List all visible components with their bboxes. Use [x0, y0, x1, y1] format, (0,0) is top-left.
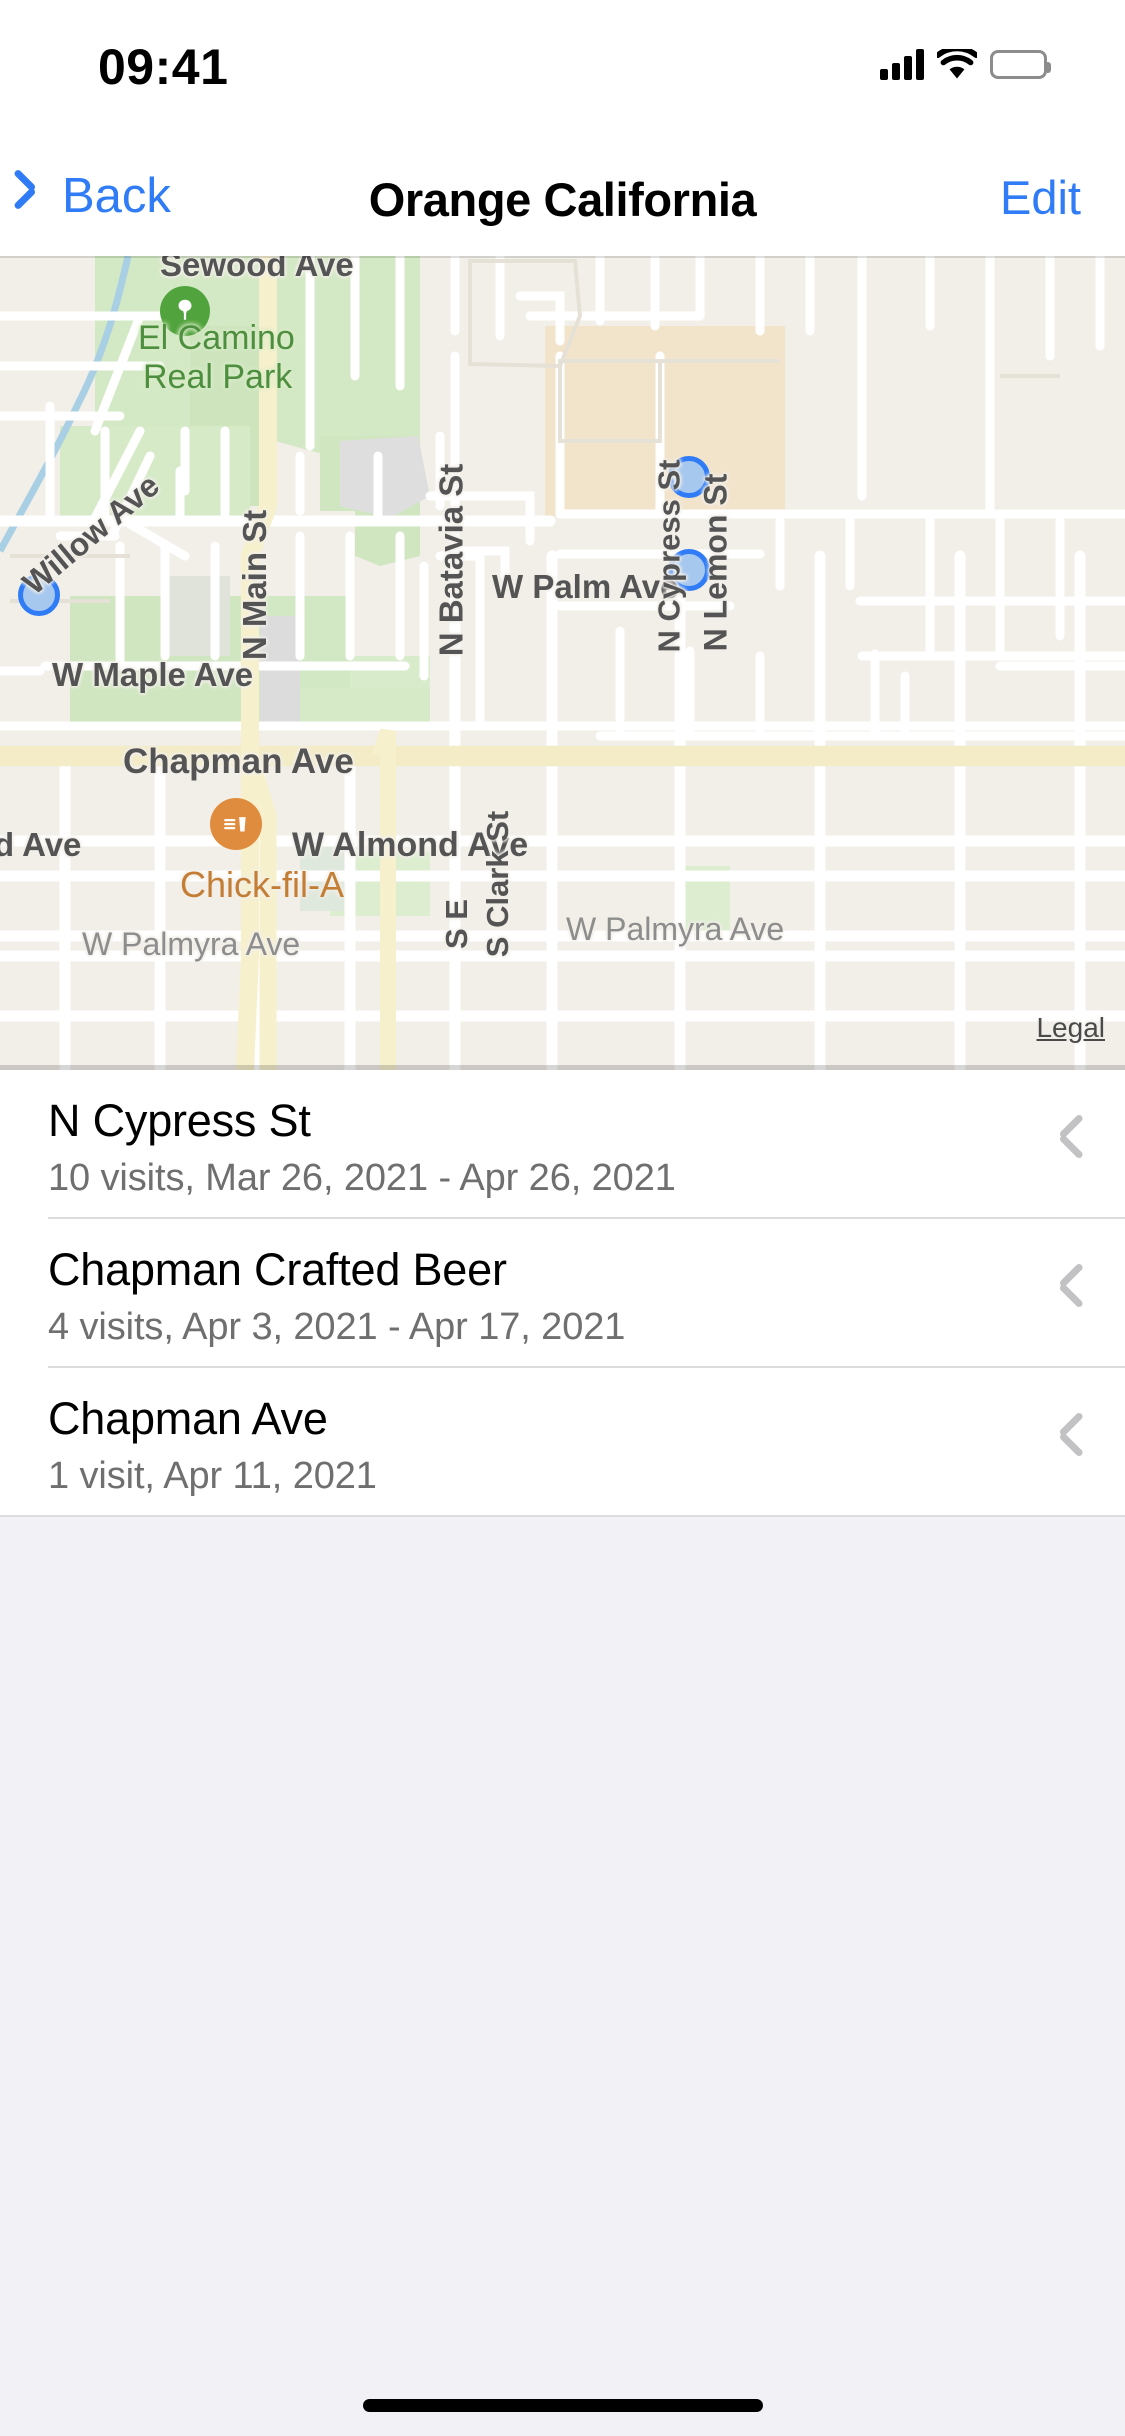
visit-marker-cypress[interactable]: [668, 456, 710, 498]
wifi-icon: [935, 45, 979, 80]
map-view[interactable]: Sewood Ave El Camino Real Park Willow Av…: [0, 256, 1125, 1070]
list-item[interactable]: N Cypress St 10 visits, Mar 26, 2021 - A…: [0, 1070, 1125, 1219]
edit-button[interactable]: Edit: [1000, 162, 1081, 232]
phone-screen: 09:41 Back Orange California Edit Sewood…: [0, 0, 1125, 2436]
map-legal-link[interactable]: Legal: [1036, 1012, 1105, 1044]
list-item[interactable]: Chapman Ave 1 visit, Apr 11, 2021: [0, 1368, 1125, 1517]
chevron-right-icon: [1059, 1421, 1083, 1465]
list-item-title: N Cypress St: [48, 1095, 311, 1146]
fast-food-icon: [224, 817, 246, 832]
visit-marker-chapman[interactable]: [18, 574, 60, 616]
list-separator: [0, 1515, 1125, 1517]
status-bar-indicators: [880, 42, 1051, 86]
status-bar: 09:41: [0, 0, 1125, 132]
chickfila-poi-pin[interactable]: [210, 798, 262, 850]
map-top-border: [0, 256, 1125, 258]
list-item-subtitle: 1 visit, Apr 11, 2021: [48, 1455, 377, 1498]
page-title: Orange California: [368, 172, 757, 226]
park-poi-pin[interactable]: [160, 286, 210, 336]
tree-icon: [178, 299, 192, 320]
status-bar-time: 09:41: [98, 39, 229, 95]
chevron-right-icon: [1059, 1272, 1083, 1316]
list-item-title: Chapman Ave: [48, 1393, 328, 1444]
visit-marker-lemon[interactable]: [668, 549, 710, 591]
chevron-right-icon: [1059, 1123, 1083, 1167]
empty-content-area: [0, 1517, 1125, 2436]
map-canvas: [0, 256, 1125, 1070]
list-item-subtitle: 4 visits, Apr 3, 2021 - Apr 17, 2021: [48, 1306, 626, 1349]
list-item-subtitle: 10 visits, Mar 26, 2021 - Apr 26, 2021: [48, 1157, 676, 1200]
battery-full-icon: [990, 49, 1051, 79]
nav-bar: Back Orange California Edit: [0, 166, 1125, 256]
home-indicator-bar[interactable]: [362, 2399, 763, 2412]
cellular-signal-icon: [880, 48, 924, 80]
visits-list: N Cypress St 10 visits, Mar 26, 2021 - A…: [0, 1070, 1125, 1517]
list-item-title: Chapman Crafted Beer: [48, 1244, 507, 1295]
list-item[interactable]: Chapman Crafted Beer 4 visits, Apr 3, 20…: [0, 1219, 1125, 1368]
